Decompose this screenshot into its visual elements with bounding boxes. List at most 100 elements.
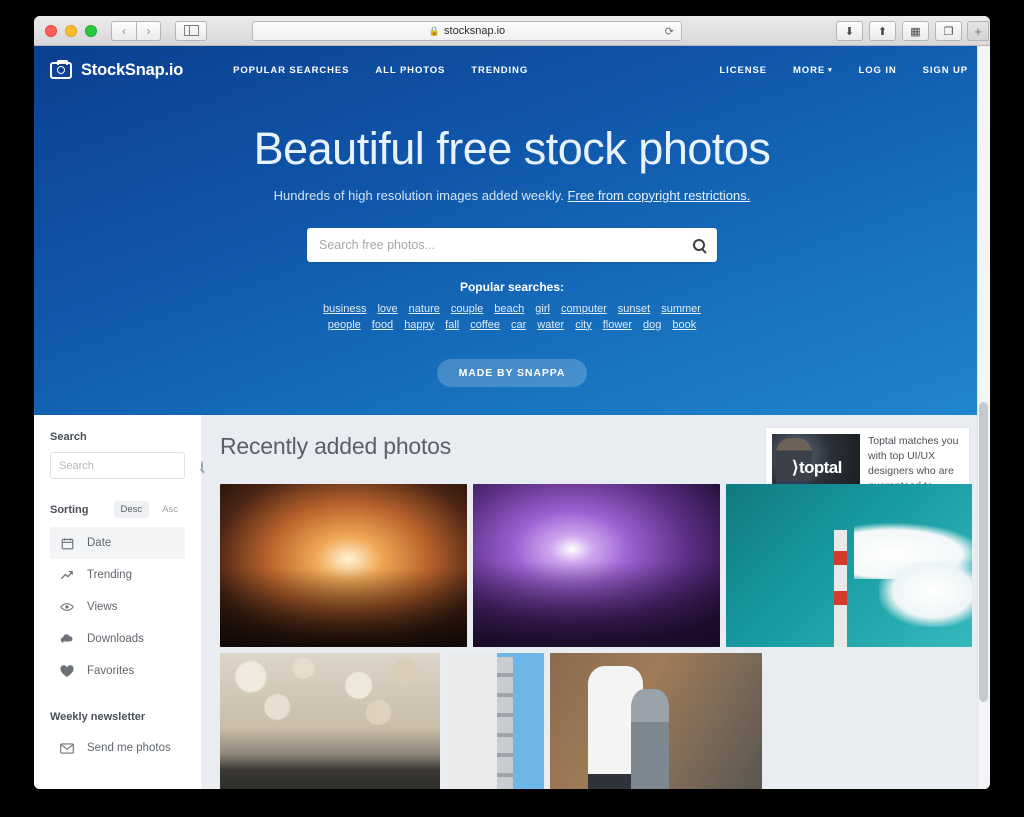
sidebar-search-input[interactable] (59, 459, 201, 472)
toptal-mark-icon: ⟩ (792, 458, 799, 477)
photo-smokestack[interactable] (726, 484, 972, 647)
made-by-snappa-button[interactable]: MADE BY SNAPPA (436, 358, 588, 387)
browser-toolbar: ‹ › 🔒 stocksnap.io ⟳ ⬇ ⬆ ▦ ❐ + (34, 16, 990, 46)
envelope-icon (60, 742, 74, 754)
tag-love[interactable]: love (377, 303, 397, 315)
search-icon[interactable] (693, 238, 705, 251)
sidebar-item-label: Downloads (87, 633, 144, 645)
apps-grid-icon[interactable]: ▦ (902, 21, 929, 41)
tag-city[interactable]: city (575, 319, 592, 331)
hero-subtitle: Hundreds of high resolution images added… (34, 188, 990, 203)
photo-concert-orange[interactable] (220, 484, 467, 647)
sidebar-search-box[interactable] (50, 452, 203, 479)
photo-couple-river[interactable] (550, 653, 762, 789)
brand-name: StockSnap.io (81, 60, 184, 79)
sidebar-item-send-me-photos[interactable]: Send me photos (50, 732, 185, 764)
popular-searches-label: Popular searches: (459, 279, 565, 294)
popular-tags: business love nature couple beach girl c… (302, 303, 722, 331)
tag-nature[interactable]: nature (409, 303, 440, 315)
maximize-window-button[interactable] (85, 24, 97, 37)
sidebar-item-label: Send me photos (87, 742, 171, 754)
back-button[interactable]: ‹ (111, 20, 136, 41)
tag-fall[interactable]: fall (445, 319, 459, 331)
sidebar-item-views[interactable]: Views (50, 591, 185, 623)
nav-popular-searches[interactable]: POPULAR SEARCHES (233, 65, 349, 76)
smokestack-shape (834, 529, 848, 647)
scrollbar-thumb[interactable] (979, 402, 988, 702)
url-text: stocksnap.io (444, 25, 506, 37)
sidebar-item-label: Trending (87, 569, 132, 581)
tag-book[interactable]: book (672, 319, 696, 331)
nav-license[interactable]: LICENSE (719, 65, 766, 76)
tag-couple[interactable]: couple (451, 303, 483, 315)
tag-sunset[interactable]: sunset (618, 303, 650, 315)
downloads-icon[interactable]: ⬇ (836, 21, 863, 41)
nav-more[interactable]: MORE ▾ (793, 65, 833, 76)
sidebar-item-label: Views (87, 601, 118, 613)
tag-business[interactable]: business (323, 303, 366, 315)
tag-beach[interactable]: beach (494, 303, 524, 315)
hero-search-bar[interactable] (307, 227, 717, 262)
tag-food[interactable]: food (372, 319, 393, 331)
tag-happy[interactable]: happy (404, 319, 434, 331)
window-controls (34, 24, 97, 37)
address-bar[interactable]: 🔒 stocksnap.io ⟳ (252, 21, 682, 41)
calendar-icon (60, 537, 74, 550)
sidebar-item-date[interactable]: Date (50, 527, 185, 559)
tag-dog[interactable]: dog (643, 319, 661, 331)
photo-building-sky[interactable] (446, 653, 544, 789)
reload-icon[interactable]: ⟳ (665, 25, 674, 38)
new-tab-button[interactable]: + (967, 21, 989, 41)
nav-all-photos[interactable]: ALL PHOTOS (375, 65, 445, 76)
newsletter-heading: Weekly newsletter (50, 711, 146, 723)
navigation-buttons: ‹ › (111, 20, 161, 41)
forward-button[interactable]: › (136, 20, 161, 41)
nav-more-label: MORE (792, 64, 826, 76)
newsletter-section: Weekly newsletter Send me photos (50, 711, 185, 764)
sidebar-item-trending[interactable]: Trending (50, 559, 185, 591)
cloud-shape (878, 562, 972, 628)
sorting-row: Sorting Desc Asc (50, 501, 185, 518)
site-logo[interactable]: StockSnap.io (50, 59, 184, 80)
sorting-heading: Sorting (50, 503, 89, 516)
cloud-download-icon (60, 633, 74, 645)
minimize-window-button[interactable] (65, 24, 77, 37)
tag-summer[interactable]: summer (661, 303, 701, 315)
page-viewport: StockSnap.io POPULAR SEARCHES ALL PHOTOS… (34, 46, 990, 789)
primary-nav: POPULAR SEARCHES ALL PHOTOS TRENDING (233, 65, 528, 76)
sort-desc-button[interactable]: Desc (113, 501, 150, 518)
close-window-button[interactable] (45, 24, 57, 37)
sidebar-item-label: Date (87, 537, 112, 549)
camera-icon (50, 59, 72, 79)
nav-sign-up[interactable]: SIGN UP (923, 65, 968, 76)
tab-overview-icon[interactable]: ❐ (935, 21, 962, 41)
sidebar-item-label: Favorites (87, 665, 135, 677)
tag-flower[interactable]: flower (603, 319, 632, 331)
sidebar: Search Sorting Desc Asc (34, 415, 203, 789)
tag-car[interactable]: car (511, 319, 526, 331)
sort-order-toggle: Desc Asc (113, 501, 186, 518)
tag-coffee[interactable]: coffee (470, 319, 500, 331)
search-input[interactable] (319, 237, 687, 252)
photo-gravel-track[interactable] (220, 653, 440, 789)
tag-computer[interactable]: computer (561, 303, 607, 315)
toolbar-actions: ⬇ ⬆ ▦ ❐ (836, 21, 962, 41)
sidebar-search-heading: Search (50, 431, 87, 443)
tag-girl[interactable]: girl (535, 303, 550, 315)
sidebar-item-downloads[interactable]: Downloads (50, 623, 185, 655)
nav-log-in[interactable]: LOG IN (859, 65, 897, 76)
sidebar-toggle-icon[interactable] (175, 20, 207, 41)
desktop-background: ‹ › 🔒 stocksnap.io ⟳ ⬇ ⬆ ▦ ❐ + StockSnap… (0, 0, 1024, 817)
tag-people[interactable]: people (328, 319, 361, 331)
photo-grid (220, 484, 972, 789)
sort-asc-button[interactable]: Asc (155, 501, 185, 518)
browser-window: ‹ › 🔒 stocksnap.io ⟳ ⬇ ⬆ ▦ ❐ + StockSnap… (34, 16, 990, 789)
share-icon[interactable]: ⬆ (869, 21, 896, 41)
copyright-link[interactable]: Free from copyright restrictions. (568, 188, 751, 203)
camera-lens (57, 66, 65, 74)
nav-trending[interactable]: TRENDING (471, 65, 528, 76)
photo-concert-purple[interactable] (473, 484, 720, 647)
tag-water[interactable]: water (537, 319, 564, 331)
lock-icon: 🔒 (428, 25, 441, 36)
sidebar-item-favorites[interactable]: Favorites (50, 655, 185, 687)
